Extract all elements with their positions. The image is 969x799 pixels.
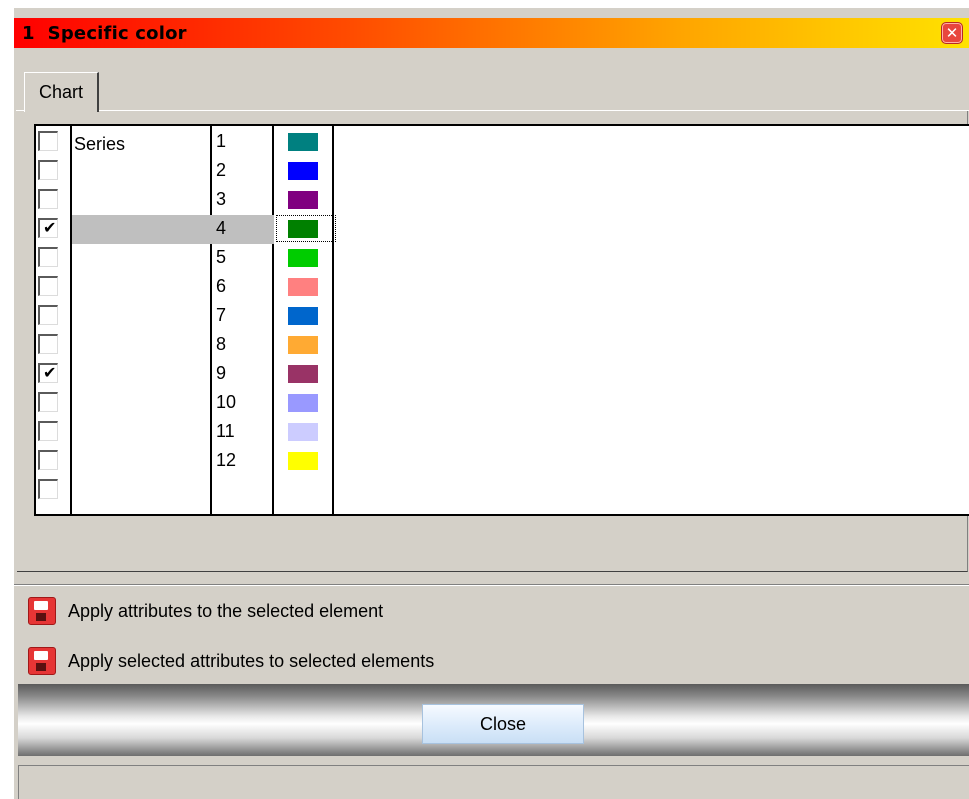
color-swatch[interactable] [288, 278, 318, 296]
table-row[interactable] [36, 476, 969, 505]
series-number: 9 [216, 363, 227, 383]
row-checkbox[interactable] [38, 276, 58, 296]
row-checkbox[interactable] [38, 479, 58, 499]
table-row[interactable]: 12 [36, 447, 969, 476]
divider [14, 584, 969, 586]
focus-rectangle [276, 215, 336, 242]
color-swatch[interactable] [288, 162, 318, 180]
save-icon [28, 647, 56, 675]
row-checkbox[interactable] [38, 334, 58, 354]
series-number: 5 [216, 247, 227, 267]
table-row[interactable]: 11 [36, 418, 969, 447]
row-checkbox[interactable] [38, 305, 58, 325]
checkmark-icon: ✔ [43, 218, 57, 237]
row-checkbox[interactable] [38, 160, 58, 180]
color-swatch[interactable] [288, 191, 318, 209]
series-number: 7 [216, 305, 227, 325]
color-swatch[interactable] [288, 394, 318, 412]
series-number: 4 [216, 218, 227, 238]
table-row[interactable]: 5 [36, 244, 969, 273]
series-number: 10 [216, 392, 237, 412]
color-swatch[interactable] [288, 133, 318, 151]
table-row[interactable]: 6 [36, 273, 969, 302]
series-color-grid[interactable]: Series 1 2 3 ✔ 4 5 6 7 8 ✔ 9 10 11 12 [34, 124, 969, 516]
row-checkbox[interactable] [38, 189, 58, 209]
color-swatch[interactable] [288, 365, 318, 383]
apply-selected-attributes-label: Apply selected attributes to selected el… [68, 650, 435, 671]
series-number: 1 [216, 131, 227, 151]
table-row[interactable]: 1 [36, 128, 969, 157]
table-row[interactable]: ✔ 9 [36, 360, 969, 389]
row-checkbox[interactable]: ✔ [38, 363, 58, 383]
close-icon[interactable]: ✕ [941, 22, 963, 44]
table-row[interactable]: 2 [36, 157, 969, 186]
series-number: 6 [216, 276, 227, 296]
color-swatch[interactable] [288, 307, 318, 325]
apply-attributes-selected-element-label: Apply attributes to the selected element [68, 600, 384, 621]
row-checkbox[interactable]: ✔ [38, 218, 58, 238]
button-bar: Close [18, 684, 969, 756]
window-title: 1 Specific color [22, 22, 187, 44]
row-checkbox[interactable] [38, 421, 58, 441]
checkmark-icon: ✔ [43, 363, 57, 382]
row-checkbox[interactable] [38, 131, 58, 151]
table-row[interactable]: 3 [36, 186, 969, 215]
color-swatch[interactable] [288, 249, 318, 267]
series-number: 3 [216, 189, 227, 209]
color-swatch[interactable] [288, 452, 318, 470]
series-number: 2 [216, 160, 227, 180]
row-checkbox[interactable] [38, 392, 58, 412]
color-swatch[interactable] [288, 336, 318, 354]
apply-selected-attributes-action[interactable]: Apply selected attributes to selected el… [28, 643, 968, 679]
title-bar: 1 Specific color ✕ [14, 18, 969, 48]
series-number: 11 [216, 421, 235, 441]
status-bar [18, 765, 969, 799]
series-number: 8 [216, 334, 227, 354]
series-number: 12 [216, 450, 237, 470]
apply-attributes-selected-element-action[interactable]: Apply attributes to the selected element [28, 593, 968, 629]
table-row[interactable]: ✔ 4 [36, 215, 969, 244]
table-row[interactable]: 8 [36, 331, 969, 360]
table-row[interactable]: 7 [36, 302, 969, 331]
row-checkbox[interactable] [38, 247, 58, 267]
specific-color-dialog: 1 Specific color ✕ Chart Series 1 2 3 ✔ 4 5 6 7… [14, 8, 969, 799]
close-button[interactable]: Close [422, 704, 584, 744]
save-icon [28, 597, 56, 625]
row-selection-highlight [72, 215, 274, 244]
color-swatch[interactable] [288, 423, 318, 441]
tab-chart[interactable]: Chart [24, 72, 99, 112]
table-row[interactable]: 10 [36, 389, 969, 418]
row-checkbox[interactable] [38, 450, 58, 470]
